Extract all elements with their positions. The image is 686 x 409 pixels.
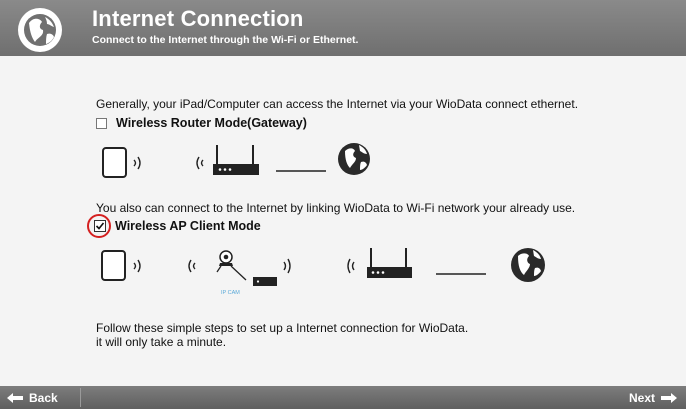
ip-camera-icon: IP CAM (216, 250, 247, 296)
wifi-signal-icon (283, 258, 291, 274)
wifi-signal-icon (133, 156, 141, 170)
wifi-signal-icon (188, 259, 196, 273)
arrow-left-icon (7, 392, 23, 403)
instructions-line-2: it will only take a minute. (96, 335, 227, 349)
ip-camera-label: IP CAM (221, 290, 240, 296)
router-icon (213, 145, 259, 175)
wifi-signal-icon (133, 259, 141, 273)
back-button[interactable]: Back (6, 386, 58, 409)
next-button[interactable]: Next (629, 386, 678, 409)
client-mode-option[interactable]: Wireless AP Client Mode (94, 219, 261, 233)
wifi-signal-icon (347, 258, 355, 274)
globe-icon (511, 248, 545, 282)
footer-bar: Back Next (0, 386, 686, 409)
wifi-signal-icon (196, 156, 204, 170)
arrow-right-icon (661, 392, 677, 403)
client-text: You also can connect to the Internet by … (96, 201, 576, 215)
router-icon (367, 248, 412, 278)
instructions-line-1: Follow these simple steps to set up a In… (96, 321, 469, 335)
tablet-icon (102, 147, 127, 178)
access-point-icon (253, 277, 277, 286)
client-mode-label: Wireless AP Client Mode (115, 219, 261, 233)
next-button-label: Next (628, 390, 655, 405)
globe-icon (338, 143, 370, 175)
highlight-circle (87, 214, 111, 238)
footer-divider (80, 388, 81, 407)
tablet-icon (101, 250, 126, 281)
wizard-page: Internet Connection Connect to the Inter… (0, 0, 686, 409)
back-button-label: Back (29, 390, 58, 405)
